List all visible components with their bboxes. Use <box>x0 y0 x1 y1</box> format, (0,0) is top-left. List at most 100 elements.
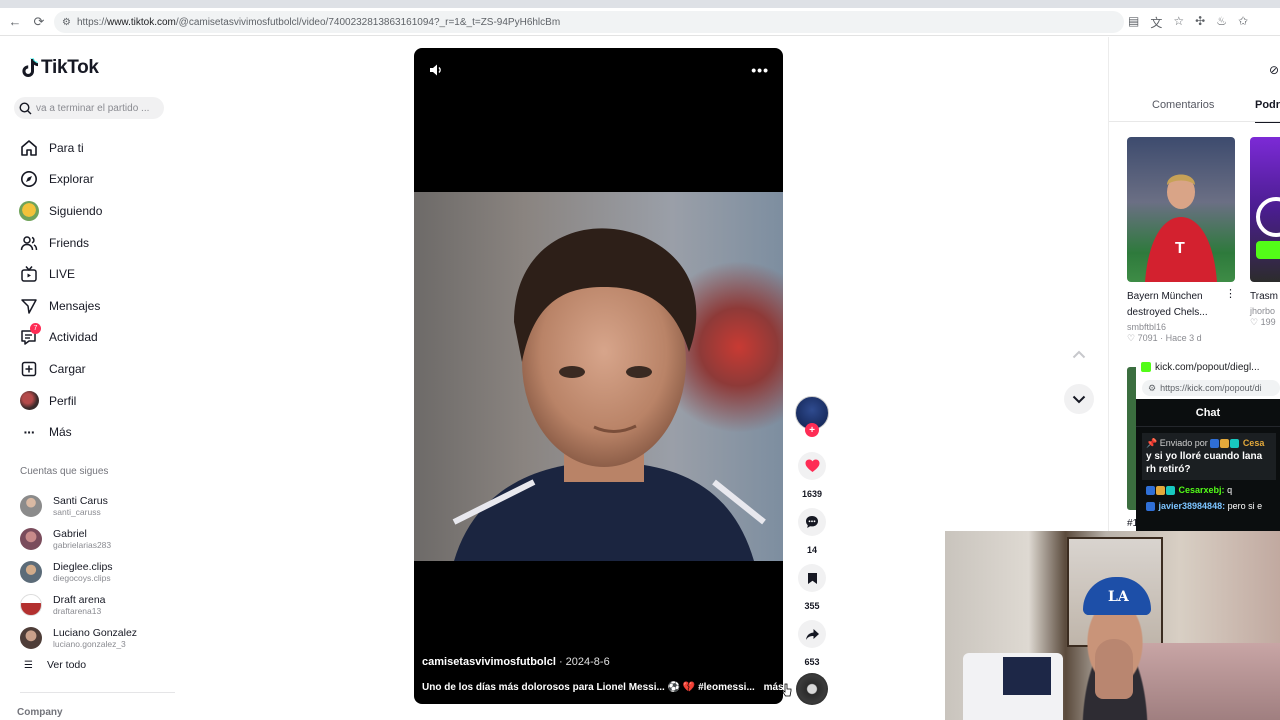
nav-item-mensajes[interactable]: Mensajes <box>18 290 102 322</box>
search-box[interactable] <box>14 97 164 119</box>
translate-icon[interactable]: 文 <box>1150 14 1162 31</box>
more-link[interactable]: más <box>764 682 783 693</box>
comment-button[interactable] <box>798 508 826 536</box>
following-item[interactable]: Dieglee.clips diegocoys.clips <box>20 555 137 588</box>
search-input[interactable] <box>36 102 158 114</box>
following-name: Gabriel <box>53 527 87 540</box>
emote-icon <box>1230 439 1240 449</box>
share-arrow-icon <box>805 628 819 640</box>
more-vertical-icon[interactable]: ⋮ <box>1225 287 1236 300</box>
following-item[interactable]: Luciano Gonzalez luciano.gonzalez_3 <box>20 621 137 654</box>
thumbnail-art: T <box>1145 174 1217 282</box>
emote-icon <box>1220 439 1230 449</box>
nav-label: Más <box>49 425 72 440</box>
previous-video-button[interactable] <box>1068 343 1090 365</box>
following-item[interactable]: Santi Carus santi_caruss <box>20 489 137 522</box>
volume-icon[interactable] <box>428 62 444 78</box>
comment-icon <box>806 516 818 528</box>
popout-url-row: ⚙ https://kick.com/popout/di <box>1136 377 1280 399</box>
avatar <box>20 593 42 616</box>
heart-outline-icon: ♡ <box>1127 333 1136 343</box>
recommended-likes: 7091 <box>1137 333 1158 343</box>
nav-item-actividad[interactable]: 7 Actividad <box>18 322 102 354</box>
recommended-video[interactable]: Trasm tiktok jhorbo ♡ 199 <box>1250 137 1280 328</box>
reader-mode-icon[interactable]: ▤ <box>1128 14 1139 31</box>
nav-item-mas[interactable]: ··· Más <box>18 416 102 448</box>
bookmark-star-icon[interactable]: ☆ <box>1173 14 1184 31</box>
recommended-age: · Hace 3 d <box>1160 333 1202 343</box>
nav-item-para-ti[interactable]: Para ti <box>18 132 102 164</box>
following-item[interactable]: Draft arena draftarena13 <box>20 588 137 621</box>
avatar <box>20 626 42 649</box>
video-player[interactable]: ••• camisetasvivimosfutbolcl · 2024-8-6 … <box>414 48 783 704</box>
site-info-icon: ⚙ <box>1148 382 1157 393</box>
nav-item-live[interactable]: LIVE <box>18 258 102 290</box>
following-section-title: Cuentas que sigues <box>20 466 109 477</box>
video-date: · 2024-8-6 <box>555 656 610 668</box>
tiktok-note-icon <box>22 58 38 77</box>
extension-icon[interactable]: ✣ <box>1195 14 1205 31</box>
nav-item-siguiendo[interactable]: Siguiendo <box>18 195 102 227</box>
chat-username[interactable]: Cesarxebj: <box>1179 485 1225 495</box>
following-handle: draftarena13 <box>53 605 102 616</box>
popout-url-bar[interactable]: ⚙ https://kick.com/popout/di <box>1142 380 1280 396</box>
kick-logo-icon <box>1141 362 1151 372</box>
pinned-user: Cesa <box>1242 438 1265 448</box>
nav-item-perfil[interactable]: Perfil <box>18 385 102 417</box>
share-link-icon[interactable]: ⊘ <box>1269 63 1279 77</box>
music-disc[interactable] <box>796 673 828 705</box>
reload-icon[interactable]: ⟳ <box>30 13 48 31</box>
profile-avatar-icon <box>18 390 40 412</box>
following-list: Santi Carus santi_caruss Gabriel gabriel… <box>20 489 137 654</box>
tab-comments[interactable]: Comentarios <box>1152 99 1214 111</box>
nav-item-explorar[interactable]: Explorar <box>18 164 102 196</box>
extension-alt-icon[interactable]: ♨ <box>1216 14 1227 31</box>
following-name: Santi Carus <box>53 494 108 507</box>
share-button[interactable] <box>798 620 826 648</box>
kick-chat-popout[interactable]: kick.com/popout/diegl... ⚙ https://kick.… <box>1136 357 1280 532</box>
recommended-video[interactable]: T Bayern München destroyed Chels... smbf… <box>1127 137 1236 344</box>
video-description-text: Uno de los días más dolorosos para Lione… <box>422 682 755 693</box>
following-avatar-icon <box>18 200 40 222</box>
video-frame <box>414 192 783 561</box>
video-author[interactable]: camisetasvivimosfutbolcl <box>422 656 556 668</box>
like-count: 1639 <box>801 489 823 499</box>
comment-count: 14 <box>806 545 817 555</box>
address-bar[interactable]: ⚙ https://www.tiktok.com/@camisetasvivim… <box>54 11 1124 33</box>
favorites-icon[interactable]: ✩ <box>1238 14 1248 31</box>
like-button[interactable] <box>798 452 826 480</box>
next-video-button[interactable] <box>1064 384 1094 414</box>
popout-title: kick.com/popout/diegl... <box>1155 361 1260 373</box>
more-dots-icon: ··· <box>23 424 36 441</box>
popout-url: https://kick.com/popout/di <box>1160 383 1262 393</box>
svg-text:T: T <box>1175 240 1185 257</box>
thumbnail-art <box>1256 197 1280 259</box>
following-name: Luciano Gonzalez <box>53 626 138 639</box>
save-button[interactable] <box>798 564 826 592</box>
mouse-cursor-icon <box>782 683 792 697</box>
chat-username[interactable]: javier38984848: <box>1159 501 1226 511</box>
chat-text: q <box>1227 485 1233 495</box>
back-icon[interactable]: ← <box>6 13 24 31</box>
nav-item-friends[interactable]: Friends <box>18 227 102 259</box>
following-name: Dieglee.clips <box>53 560 113 573</box>
tiktok-logo[interactable]: TikTok <box>20 57 99 79</box>
see-all-following[interactable]: ☰ Ver todo <box>24 659 86 671</box>
recommended-likes: 199 <box>1260 317 1276 327</box>
pinned-prefix: Enviado por <box>1159 438 1208 448</box>
save-count: 355 <box>804 601 820 611</box>
follow-plus-icon[interactable]: + <box>805 423 819 437</box>
site-info-icon[interactable]: ⚙ <box>62 17 71 28</box>
more-options-icon[interactable]: ••• <box>751 62 769 78</box>
nav-label: Actividad <box>49 330 98 345</box>
search-icon <box>19 101 32 114</box>
nav-label: Cargar <box>49 361 86 376</box>
following-item[interactable]: Gabriel gabrielarias283 <box>20 522 137 555</box>
nav-label: Mensajes <box>49 298 101 313</box>
chat-message: Cesarxebj: q <box>1146 484 1280 496</box>
nav-item-cargar[interactable]: Cargar <box>18 353 102 385</box>
tab-you-may-like[interactable]: Podri <box>1255 99 1280 123</box>
see-all-label: Ver todo <box>46 659 87 671</box>
company-link[interactable]: Company <box>17 707 63 718</box>
emote-icon <box>1146 502 1155 512</box>
